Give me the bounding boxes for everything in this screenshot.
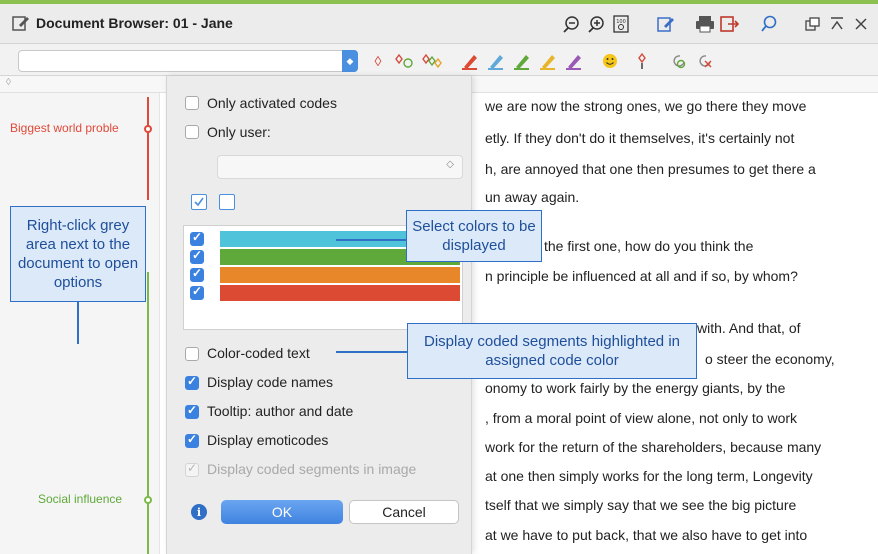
display-emoticodes-label: Display emoticodes [207, 432, 329, 448]
pin-icon[interactable] [826, 13, 848, 35]
display-code-names-label: Display code names [207, 374, 334, 390]
highlighter-blue-icon[interactable] [486, 51, 506, 71]
document-line: tself that we simply say that we see the… [485, 497, 797, 513]
only-user-checkbox[interactable] [185, 125, 199, 139]
document-line: with. And that, of [697, 320, 801, 336]
code-node-red [144, 125, 152, 133]
highlighter-purple-icon[interactable] [564, 51, 584, 71]
callout-right-click-leader [77, 302, 79, 344]
document-line: , from a moral point of view alone, not … [485, 410, 798, 426]
tooltip-label: Tooltip: author and date [207, 403, 354, 419]
print-icon[interactable] [694, 13, 716, 35]
code-invivo-icon[interactable] [634, 51, 654, 71]
code-stripe-green[interactable] [147, 272, 149, 554]
callout-select-colors-leader [336, 239, 406, 241]
code-stripe-red[interactable] [147, 97, 149, 200]
zoom-100-icon[interactable]: 100 [610, 13, 632, 35]
user-select[interactable]: ◇ [217, 155, 463, 179]
only-activated-codes-label: Only activated codes [207, 95, 337, 111]
tooltip-checkbox[interactable] [185, 403, 199, 419]
callout-display-coded-leader [336, 351, 407, 353]
code-icon[interactable]: ◊ [368, 51, 388, 71]
ruler-code-mark: ◊ [6, 77, 11, 88]
zoom-out-icon[interactable] [560, 13, 582, 35]
zoom-in-icon[interactable] [585, 13, 607, 35]
document-edit-icon [12, 14, 30, 32]
document-line: onomy to work fairly by the energy giant… [485, 380, 786, 396]
select-all-colors-button[interactable] [191, 194, 207, 210]
display-options-panel: Only activated codes Only user: ◇ Color-… [166, 76, 472, 554]
color-checkbox[interactable] [190, 266, 204, 282]
edit-icon[interactable] [655, 13, 677, 35]
display-emoticodes-checkbox[interactable] [185, 432, 199, 448]
color-checkbox[interactable] [190, 284, 204, 300]
coding-toolbar: ◆ ◊ [0, 44, 878, 76]
color-row[interactable] [190, 284, 460, 301]
undo-code-icon[interactable] [668, 51, 688, 71]
ok-button[interactable]: OK [221, 500, 343, 524]
callout-select-colors: Select colors to be displayed [406, 210, 542, 262]
export-icon[interactable] [719, 13, 741, 35]
emoticode-icon[interactable] [600, 51, 620, 71]
code-select[interactable]: ◆ [18, 50, 358, 72]
document-line: n principle be influenced at all and if … [485, 268, 798, 284]
code-multi-icon[interactable] [422, 51, 442, 71]
document-line: etly. If they don't do it themselves, it… [485, 130, 795, 146]
callout-display-coded: Display coded segments highlighted in as… [407, 323, 697, 379]
code-stripe-gutter[interactable] [0, 93, 160, 554]
document-line: the first one, how do you think the [544, 238, 754, 254]
document-line: o steer the economy, [705, 351, 835, 367]
color-swatch [220, 285, 460, 301]
display-code-names-checkbox[interactable] [185, 374, 199, 390]
info-icon[interactable]: i [191, 504, 207, 520]
code-label-social-influence[interactable]: Social influence [38, 492, 122, 506]
display-coded-segments-image-checkbox [185, 461, 199, 477]
document-line: un away again. [485, 189, 580, 205]
document-line: work for the return of the shareholders,… [485, 439, 822, 455]
title-bar: Document Browser: 01 - Jane 100 [0, 4, 878, 44]
color-coded-text-label: Color-coded text [207, 345, 310, 361]
highlighter-red-icon[interactable] [460, 51, 480, 71]
display-coded-segments-image-label: Display coded segments in image [207, 461, 417, 477]
chevron-updown-icon[interactable]: ◆ [342, 50, 358, 72]
color-row[interactable] [190, 266, 460, 283]
document-line: we are now the strong ones, we go there … [485, 98, 807, 114]
window-title: Document Browser: 01 - Jane [36, 15, 233, 31]
only-user-label: Only user: [207, 124, 271, 140]
remove-code-icon[interactable] [694, 51, 714, 71]
highlighter-green-icon[interactable] [512, 51, 532, 71]
document-line: h, are annoyed that one then presumes to… [485, 161, 816, 177]
callout-right-click: Right-click grey area next to the docume… [10, 206, 146, 302]
color-checkbox[interactable] [190, 230, 204, 246]
chevron-updown-icon: ◇ [446, 159, 454, 170]
close-icon[interactable] [850, 13, 872, 35]
undock-icon[interactable] [802, 13, 824, 35]
search-icon[interactable] [758, 13, 780, 35]
color-checkbox[interactable] [190, 248, 204, 264]
code-label-biggest-world-problem[interactable]: Biggest world proble [10, 121, 119, 135]
code-node-green [144, 496, 152, 504]
document-line: at one then simply works for the long te… [485, 468, 813, 484]
document-line: at we have to put back, that we also hav… [485, 527, 808, 543]
cancel-button[interactable]: Cancel [349, 500, 459, 524]
code-new-icon[interactable] [394, 51, 414, 71]
deselect-all-colors-button[interactable] [219, 194, 235, 210]
color-swatch [220, 267, 460, 283]
color-coded-text-checkbox[interactable] [185, 347, 199, 361]
only-activated-codes-checkbox[interactable] [185, 96, 199, 110]
highlighter-yellow-icon[interactable] [538, 51, 558, 71]
